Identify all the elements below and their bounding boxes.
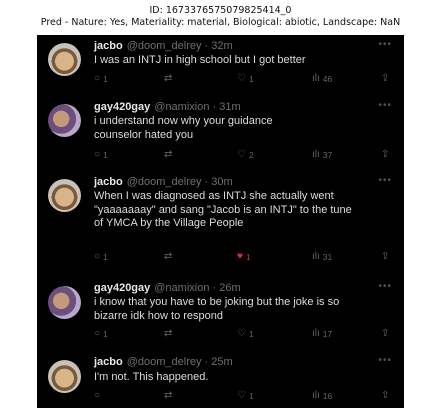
heart-icon: ♡: [237, 73, 246, 84]
tweet-author: jacbo @doom_delrey · 30m: [94, 176, 233, 188]
views-icon: ılı: [312, 149, 320, 160]
retweet-icon: ⇄: [164, 251, 173, 262]
reply-button[interactable]: ○ 1: [94, 149, 108, 161]
reply-button[interactable]: ○ 1: [94, 73, 108, 85]
retweet-button[interactable]: ⇄: [164, 252, 175, 262]
heart-icon: ♡: [237, 149, 246, 160]
avatar[interactable]: [48, 360, 81, 393]
tweet-author: gay420gay @namixion · 31m: [94, 101, 241, 113]
tweet-actions: ○ ⇄ ♡ 1 ılı 16 ⇪: [94, 391, 394, 403]
more-icon[interactable]: •••: [378, 39, 392, 50]
tweet-actions: ○ 1 ⇄ ♥ 1 ılı 31 ⇪: [94, 252, 394, 264]
like-button[interactable]: ♡ 1: [237, 328, 254, 340]
more-icon[interactable]: •••: [378, 281, 392, 292]
views-icon: ılı: [312, 328, 320, 339]
handle-and-time: @doom_delrey · 25m: [126, 356, 233, 368]
tweet-text: i know that you have to be joking but th…: [94, 296, 340, 322]
display-name[interactable]: jacbo: [94, 40, 123, 52]
handle-and-time: @namixion · 26m: [154, 282, 241, 294]
tweet-text: I was an INTJ in high school but I got b…: [94, 54, 306, 66]
share-icon: ⇪: [381, 390, 390, 401]
views-button[interactable]: ılı 17: [312, 328, 332, 340]
reply-button[interactable]: ○: [94, 391, 103, 401]
handle-and-time: @doom_delrey · 32m: [126, 40, 233, 52]
tweet[interactable]: jacbo @doom_delrey · 32m ••• I was an INT…: [37, 35, 404, 97]
display-name[interactable]: jacbo: [94, 176, 123, 188]
retweet-button[interactable]: ⇄: [164, 329, 175, 339]
tweet[interactable]: gay420gay @namixion · 26m ••• i know that…: [37, 279, 404, 351]
like-button[interactable]: ♡ 1: [237, 73, 254, 85]
display-name[interactable]: jacbo: [94, 356, 123, 368]
display-name[interactable]: gay420gay: [94, 282, 150, 294]
reply-button[interactable]: ○ 1: [94, 328, 108, 340]
views-button[interactable]: ılı 16: [312, 390, 332, 402]
share-icon: ⇪: [381, 328, 390, 339]
retweet-icon: ⇄: [164, 328, 173, 339]
handle-and-time: @namixion · 31m: [154, 101, 241, 113]
tweet-thread-screenshot: jacbo @doom_delrey · 32m ••• I was an INT…: [37, 35, 404, 408]
heart-icon: ♡: [237, 390, 246, 401]
share-button[interactable]: ⇪: [381, 150, 389, 160]
tweet-text: i understand now why your guidance couns…: [94, 115, 273, 141]
more-icon[interactable]: •••: [378, 175, 392, 186]
reply-icon: ○: [94, 149, 101, 160]
heart-icon: ♥: [237, 251, 243, 262]
avatar[interactable]: [48, 43, 81, 76]
share-icon: ⇪: [381, 73, 390, 84]
like-button[interactable]: ♡ 2: [237, 149, 254, 161]
retweet-icon: ⇄: [164, 390, 173, 401]
avatar[interactable]: [48, 104, 81, 137]
share-button[interactable]: ⇪: [381, 391, 389, 401]
reply-icon: ○: [94, 251, 101, 262]
avatar[interactable]: [48, 286, 81, 319]
reply-icon: ○: [94, 390, 101, 401]
reply-icon: ○: [94, 328, 101, 339]
views-button[interactable]: ılı 31: [312, 251, 332, 263]
views-icon: ılı: [312, 73, 320, 84]
reply-button[interactable]: ○ 1: [94, 251, 108, 263]
like-button[interactable]: ♥ 1: [237, 251, 251, 263]
handle-and-time: @doom_delrey · 30m: [126, 176, 233, 188]
like-button[interactable]: ♡ 1: [237, 390, 254, 402]
share-button[interactable]: ⇪: [381, 74, 389, 84]
tweet[interactable]: jacbo @doom_delrey · 30m ••• When I was d…: [37, 171, 404, 279]
share-icon: ⇪: [381, 251, 390, 262]
views-button[interactable]: ılı 37: [312, 149, 332, 161]
tweet-actions: ○ 1 ⇄ ♡ 2 ılı 37 ⇪: [94, 150, 394, 162]
retweet-icon: ⇄: [164, 73, 173, 84]
heart-icon: ♡: [237, 328, 246, 339]
tweet-actions: ○ 1 ⇄ ♡ 1 ılı 46 ⇪: [94, 74, 394, 86]
views-icon: ılı: [312, 390, 320, 401]
retweet-button[interactable]: ⇄: [164, 74, 175, 84]
tweet-author: jacbo @doom_delrey · 25m: [94, 356, 233, 368]
tweet[interactable]: gay420gay @namixion · 31m ••• i understan…: [37, 97, 404, 171]
share-icon: ⇪: [381, 149, 390, 160]
tweet-text: When I was diagnosed as INTJ she actuall…: [94, 190, 352, 229]
image-caption: ID: 1673376575079825414_0 Pred - Nature:…: [0, 5, 441, 29]
tweet-author: jacbo @doom_delrey · 32m: [94, 40, 233, 52]
share-button[interactable]: ⇪: [381, 252, 389, 262]
views-icon: ılı: [312, 251, 320, 262]
display-name[interactable]: gay420gay: [94, 101, 150, 113]
caption-prediction: Pred - Nature: Yes, Materiality: materia…: [40, 17, 401, 28]
tweet-text: I'm not. This happened.: [94, 371, 209, 383]
more-icon[interactable]: •••: [378, 100, 392, 111]
share-button[interactable]: ⇪: [381, 329, 389, 339]
avatar[interactable]: [48, 179, 81, 212]
caption-id: ID: 1673376575079825414_0: [149, 5, 292, 16]
tweet[interactable]: jacbo @doom_delrey · 25m ••• I'm not. Thi…: [37, 351, 404, 408]
more-icon[interactable]: •••: [378, 355, 392, 366]
retweet-icon: ⇄: [164, 149, 173, 160]
retweet-button[interactable]: ⇄: [164, 150, 175, 160]
views-button[interactable]: ılı 46: [312, 73, 332, 85]
tweet-actions: ○ 1 ⇄ ♡ 1 ılı 17 ⇪: [94, 329, 394, 341]
tweet-author: gay420gay @namixion · 26m: [94, 282, 241, 294]
reply-icon: ○: [94, 73, 101, 84]
retweet-button[interactable]: ⇄: [164, 391, 175, 401]
